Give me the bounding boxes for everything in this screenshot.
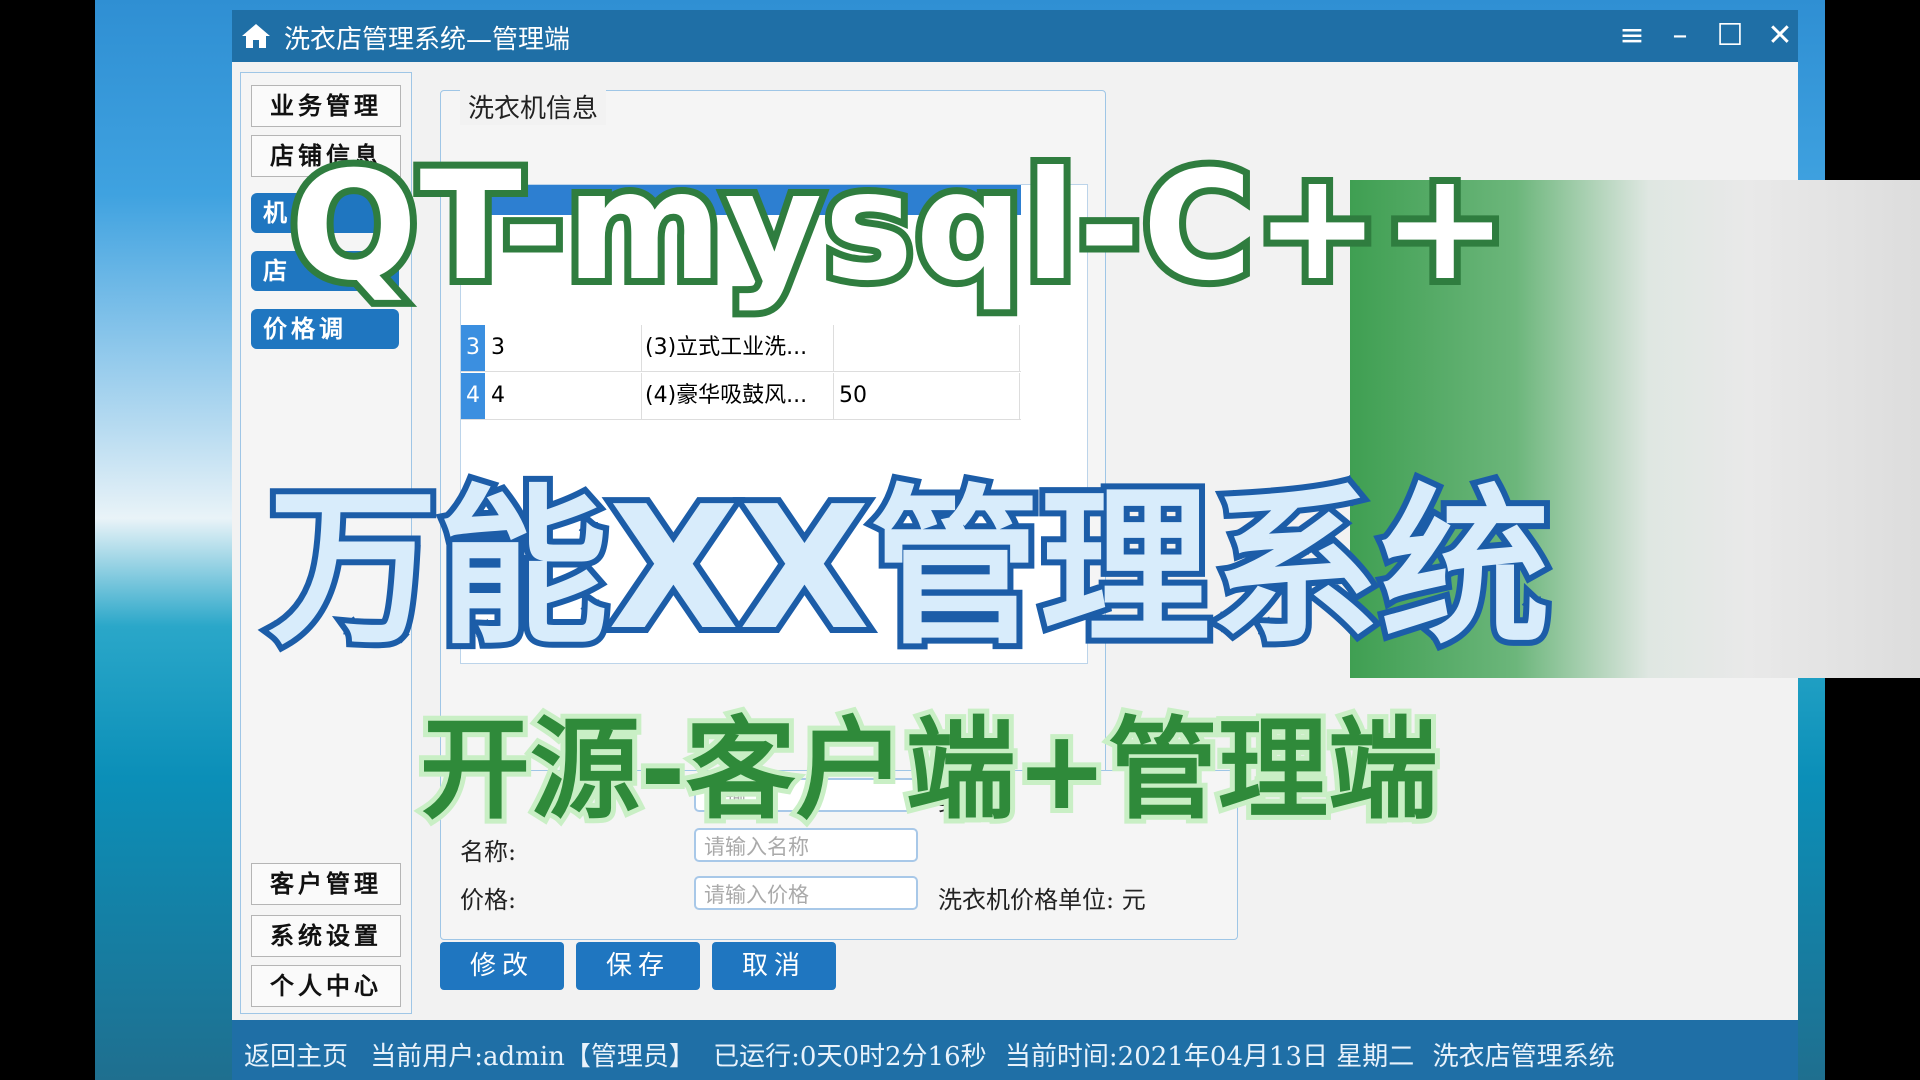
modify-button[interactable]: 修改 [440, 942, 564, 990]
runtime: 已运行:0天0时2分16秒 [713, 1042, 987, 1072]
status-text: 返回主页 当前用户:admin【管理员】 已运行:0天0时2分16秒 当前时间:… [244, 1036, 1615, 1073]
sidebar-settings-button[interactable]: 系统设置 [251, 915, 401, 957]
window-title: 洗衣店管理系统—管理端 [284, 25, 571, 55]
price-input[interactable]: 请输入价格 [694, 876, 918, 910]
price-label: 价格: [460, 886, 517, 914]
sidebar-price-button[interactable]: 价格调 [251, 309, 399, 349]
cell-id: 3 [491, 325, 642, 371]
cell-name: (3)立式工业洗... [645, 325, 834, 371]
table-row[interactable]: 4 4 (4)豪华吸鼓风... 50 [461, 373, 1021, 420]
price-unit-text: 洗衣机价格单位: 元 [938, 886, 1146, 914]
cancel-button[interactable]: 取消 [712, 942, 836, 990]
row-index: 4 [461, 373, 485, 419]
sidebar-business-button[interactable]: 业务管理 [251, 85, 401, 127]
current-time: 当前时间:2021年04月13日 星期二 [1004, 1042, 1415, 1072]
close-icon[interactable]: ✕ [1762, 18, 1798, 54]
cell-price [839, 325, 1020, 371]
title-bar: 洗衣店管理系统—管理端 ≡ – ☐ ✕ [232, 10, 1798, 62]
left-letterbox [0, 0, 95, 1080]
home-icon[interactable] [240, 20, 272, 52]
status-bar: 返回主页 当前用户:admin【管理员】 已运行:0天0时2分16秒 当前时间:… [232, 1020, 1798, 1080]
cell-price: 50 [839, 373, 1020, 419]
cell-id: 4 [491, 373, 642, 419]
back-home-link[interactable]: 返回主页 [244, 1042, 348, 1072]
sidebar-profile-button[interactable]: 个人中心 [251, 965, 401, 1007]
overlay-title-1: QT-mysql-C++ [283, 133, 1515, 321]
maximize-icon[interactable]: ☐ [1712, 18, 1748, 54]
sidebar-customer-button[interactable]: 客户管理 [251, 863, 401, 905]
table-row[interactable]: 3 3 (3)立式工业洗... [461, 325, 1021, 372]
row-index: 3 [461, 325, 485, 371]
current-user: 当前用户:admin【管理员】 [370, 1042, 695, 1072]
group-title: 洗衣机信息 [460, 88, 607, 125]
cell-name: (4)豪华吸鼓风... [645, 373, 834, 419]
overlay-title-3: 开源-客户端+管理端 [415, 701, 1443, 839]
minimize-icon[interactable]: – [1662, 18, 1698, 54]
app-name: 洗衣店管理系统 [1432, 1042, 1615, 1072]
save-button[interactable]: 保存 [576, 942, 700, 990]
menu-icon[interactable]: ≡ [1614, 18, 1650, 54]
overlay-title-2: 万能XX管理系统 [262, 464, 1556, 674]
